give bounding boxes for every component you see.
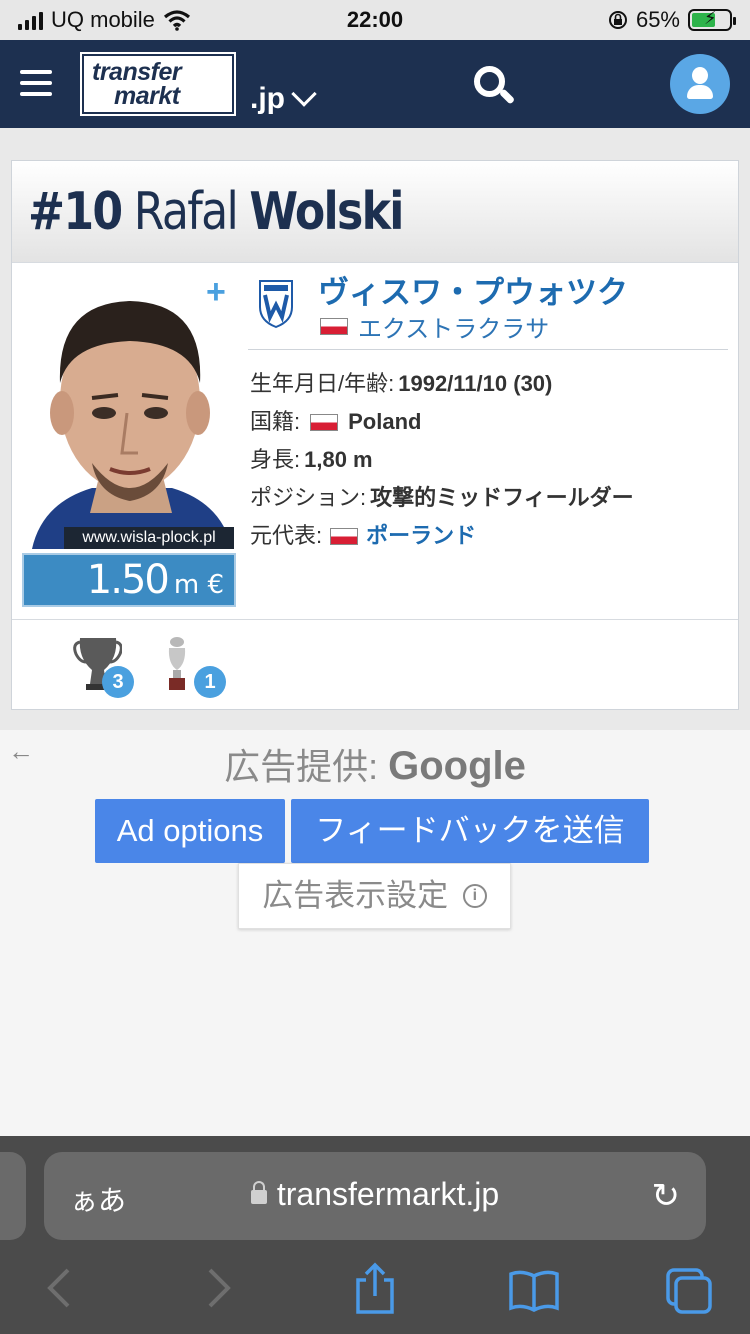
detail-national-team: 元代表: ポーランド <box>250 517 634 555</box>
domain-selector[interactable]: .jp <box>250 81 317 116</box>
add-button[interactable]: + <box>206 273 226 312</box>
tabs-icon[interactable] <box>664 1266 714 1316</box>
bookmarks-icon[interactable] <box>508 1268 560 1312</box>
cup-trophy-icon[interactable]: 3 <box>72 634 134 698</box>
poland-flag-icon <box>330 527 359 545</box>
market-value-box[interactable]: 1.50 m € <box>22 553 236 607</box>
detail-label: 国籍: <box>250 409 301 434</box>
lock-icon <box>250 1180 267 1204</box>
player-card: #10 Rafal Wolski www.wisla-plock.pl 1.50… <box>11 160 739 710</box>
detail-label: 生年月日/年齢: <box>250 371 395 396</box>
poland-flag-icon <box>320 318 348 335</box>
league-link[interactable]: エクストラクラサ <box>358 309 549 344</box>
detail-value: 1992/11/10 (30) <box>398 371 553 396</box>
send-feedback-button[interactable]: フィードバックを送信 <box>291 799 649 863</box>
trophy-count: 3 <box>102 666 134 698</box>
search-icon[interactable] <box>474 66 516 106</box>
market-value: 1.50 <box>86 557 170 603</box>
photo-credit: www.wisla-plock.pl <box>64 527 234 549</box>
ad-provider: 広告提供: Google <box>0 738 750 790</box>
browser-toolbar: ぁあ transfermarkt.jp ↻ <box>0 1136 750 1334</box>
ad-provider-label: 広告提供: <box>224 746 379 787</box>
orientation-lock-icon <box>608 11 627 29</box>
ad-settings-label: 広告表示設定 <box>262 878 449 913</box>
last-name: Wolski <box>249 181 404 242</box>
previous-tab[interactable] <box>0 1152 26 1240</box>
status-right: 65% ⚡ <box>608 7 736 33</box>
site-header: transfer markt .jp <box>0 40 750 128</box>
forward-icon[interactable] <box>204 1266 234 1310</box>
domain-label: .jp <box>250 82 285 115</box>
player-header: #10 Rafal Wolski <box>12 161 738 263</box>
club-link[interactable]: ヴィスワ・プウォツク <box>318 267 628 312</box>
detail-value: Poland <box>348 409 422 434</box>
detail-label: 元代表: <box>250 523 323 548</box>
menu-icon[interactable] <box>20 70 52 103</box>
url-text: transfermarkt.jp <box>276 1176 500 1212</box>
detail-label: ポジション: <box>250 485 367 510</box>
shirt-number: #10 <box>28 181 123 242</box>
status-bar: UQ mobile 22:00 65% ⚡ <box>0 0 750 40</box>
poland-flag-icon <box>310 413 339 431</box>
battery-icon: ⚡ <box>688 8 736 31</box>
detail-height: 身長: 1,80 m <box>250 441 634 479</box>
club-crest-icon[interactable] <box>258 279 294 329</box>
national-team-link[interactable]: ポーランド <box>366 518 476 554</box>
share-icon[interactable] <box>354 1262 396 1316</box>
ad-settings-button[interactable]: 広告表示設定 i <box>238 863 511 929</box>
market-value-unit: m € <box>173 570 224 600</box>
trophy-count: 1 <box>194 666 226 698</box>
detail-position: ポジション: 攻撃的ミッドフィールダー <box>250 479 634 517</box>
logo-line1: transfer <box>92 58 182 86</box>
detail-nationality: 国籍: Poland <box>250 403 634 441</box>
ad-options-button[interactable]: Ad options <box>95 799 285 863</box>
player-name: #10 Rafal Wolski <box>28 181 404 242</box>
detail-birth: 生年月日/年齢: 1992/11/10 (30) <box>250 365 634 403</box>
player-photo[interactable] <box>22 273 238 549</box>
player-details: 生年月日/年齢: 1992/11/10 (30) 国籍: Poland 身長: … <box>250 365 634 555</box>
account-icon[interactable] <box>670 54 730 114</box>
back-icon[interactable] <box>44 1266 74 1310</box>
detail-value: 1,80 m <box>304 447 373 472</box>
reload-icon[interactable]: ↻ <box>652 1176 681 1216</box>
silver-trophy-icon[interactable]: 1 <box>162 634 226 698</box>
url-display: transfermarkt.jp <box>44 1176 706 1213</box>
first-name: Rafal <box>133 181 239 242</box>
trophy-row: 3 1 <box>12 619 738 709</box>
google-logo: Google <box>388 744 526 788</box>
divider <box>248 349 728 350</box>
detail-label: 身長: <box>250 447 301 472</box>
ad-container: ← 広告提供: Google Ad options フィードバックを送信 広告表示… <box>0 730 750 1136</box>
address-bar[interactable]: ぁあ transfermarkt.jp ↻ <box>44 1152 706 1240</box>
league-row: エクストラクラサ <box>320 309 549 344</box>
chevron-down-icon <box>291 81 317 107</box>
battery-percent: 65% <box>635 7 680 32</box>
transfermarkt-logo[interactable]: transfer markt <box>80 52 236 116</box>
info-icon: i <box>462 883 487 908</box>
detail-value: 攻撃的ミッドフィールダー <box>370 485 634 510</box>
logo-line2: markt <box>114 82 180 110</box>
